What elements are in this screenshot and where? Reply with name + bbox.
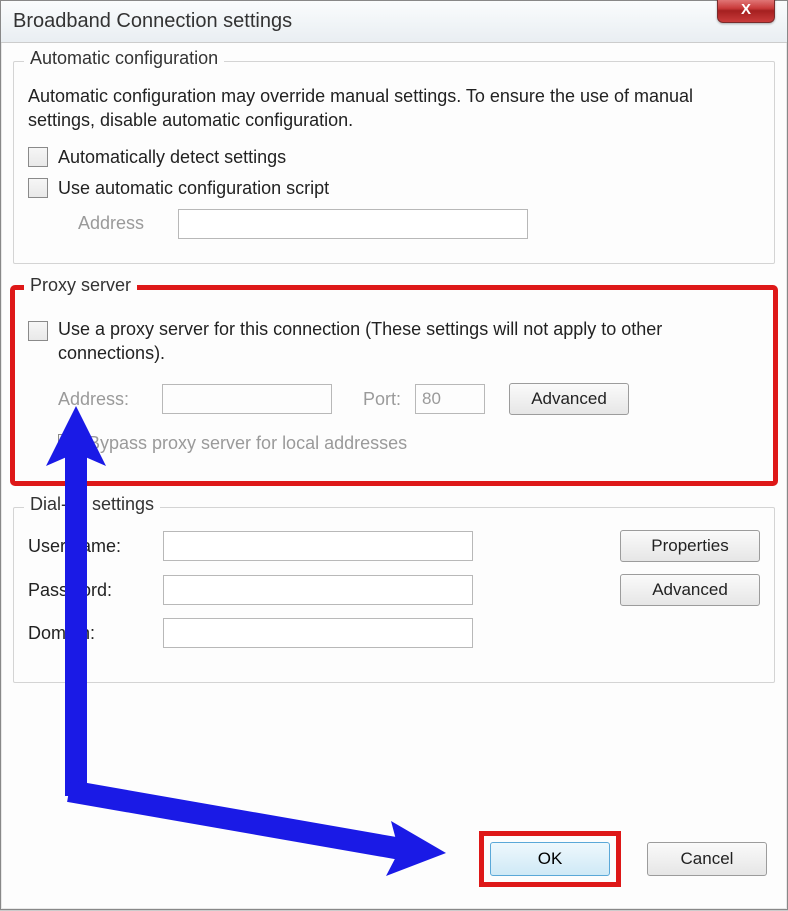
proxy-server-group: Proxy server Use a proxy server for this… [13,288,775,484]
proxy-port-input[interactable] [415,384,485,414]
dialup-user-row: User name: Properties [28,530,760,562]
dialup-advanced-label: Advanced [652,580,728,600]
close-icon: X [741,1,751,18]
dialup-password-label: Password: [28,580,163,601]
auto-script-label: Use automatic configuration script [58,178,329,199]
auto-detect-row: Automatically detect settings [28,147,760,168]
dialup-user-input[interactable] [163,531,473,561]
auto-detect-checkbox[interactable] [28,147,48,167]
close-button[interactable]: X [717,0,775,23]
cancel-button[interactable]: Cancel [647,842,767,876]
dialup-group-title: Dial-up settings [24,494,160,515]
proxy-port-label: Port: [346,389,401,410]
auto-group-title: Automatic configuration [24,48,224,69]
auto-description: Automatic configuration may override man… [28,84,760,133]
proxy-bypass-checkbox[interactable] [58,434,78,454]
automatic-configuration-group: Automatic configuration Automatic config… [13,61,775,264]
proxy-advanced-button[interactable]: Advanced [509,383,629,415]
proxy-advanced-label: Advanced [531,389,607,409]
auto-script-checkbox[interactable] [28,178,48,198]
dialog-window: Broadband Connection settings X Automati… [0,0,788,910]
proxy-use-checkbox[interactable] [28,321,48,341]
proxy-use-label: Use a proxy server for this connection (… [58,317,760,366]
proxy-bypass-label: Bypass proxy server for local addresses [88,433,407,454]
auto-script-row: Use automatic configuration script [28,178,760,199]
dialup-domain-input[interactable] [163,618,473,648]
dialog-content: Automatic configuration Automatic config… [1,43,787,683]
ok-highlight-box: OK [479,831,621,887]
ok-button[interactable]: OK [490,842,610,876]
proxy-use-row: Use a proxy server for this connection (… [28,317,760,366]
auto-address-label: Address [78,213,178,234]
proxy-address-input[interactable] [162,384,332,414]
dialup-password-row: Password: Advanced [28,574,760,606]
dialup-user-label: User name: [28,536,163,557]
dialup-settings-group: Dial-up settings User name: Properties P… [13,507,775,683]
auto-address-input[interactable] [178,209,528,239]
ok-button-label: OK [538,849,563,869]
cancel-button-label: Cancel [681,849,734,869]
dialup-properties-label: Properties [651,536,728,556]
dialup-domain-label: Domain: [28,623,163,644]
proxy-bypass-row: Bypass proxy server for local addresses [58,433,760,454]
titlebar: Broadband Connection settings X [1,1,787,43]
dialup-password-input[interactable] [163,575,473,605]
proxy-address-label: Address: [58,389,148,410]
auto-detect-label: Automatically detect settings [58,147,286,168]
proxy-address-row: Address: Port: Advanced [58,383,760,415]
dialog-footer: OK Cancel [479,831,767,887]
dialup-advanced-button[interactable]: Advanced [620,574,760,606]
dialup-domain-row: Domain: [28,618,760,648]
auto-address-row: Address [78,209,760,239]
dialup-properties-button[interactable]: Properties [620,530,760,562]
dialog-title: Broadband Connection settings [13,10,292,33]
proxy-group-title: Proxy server [24,275,137,296]
